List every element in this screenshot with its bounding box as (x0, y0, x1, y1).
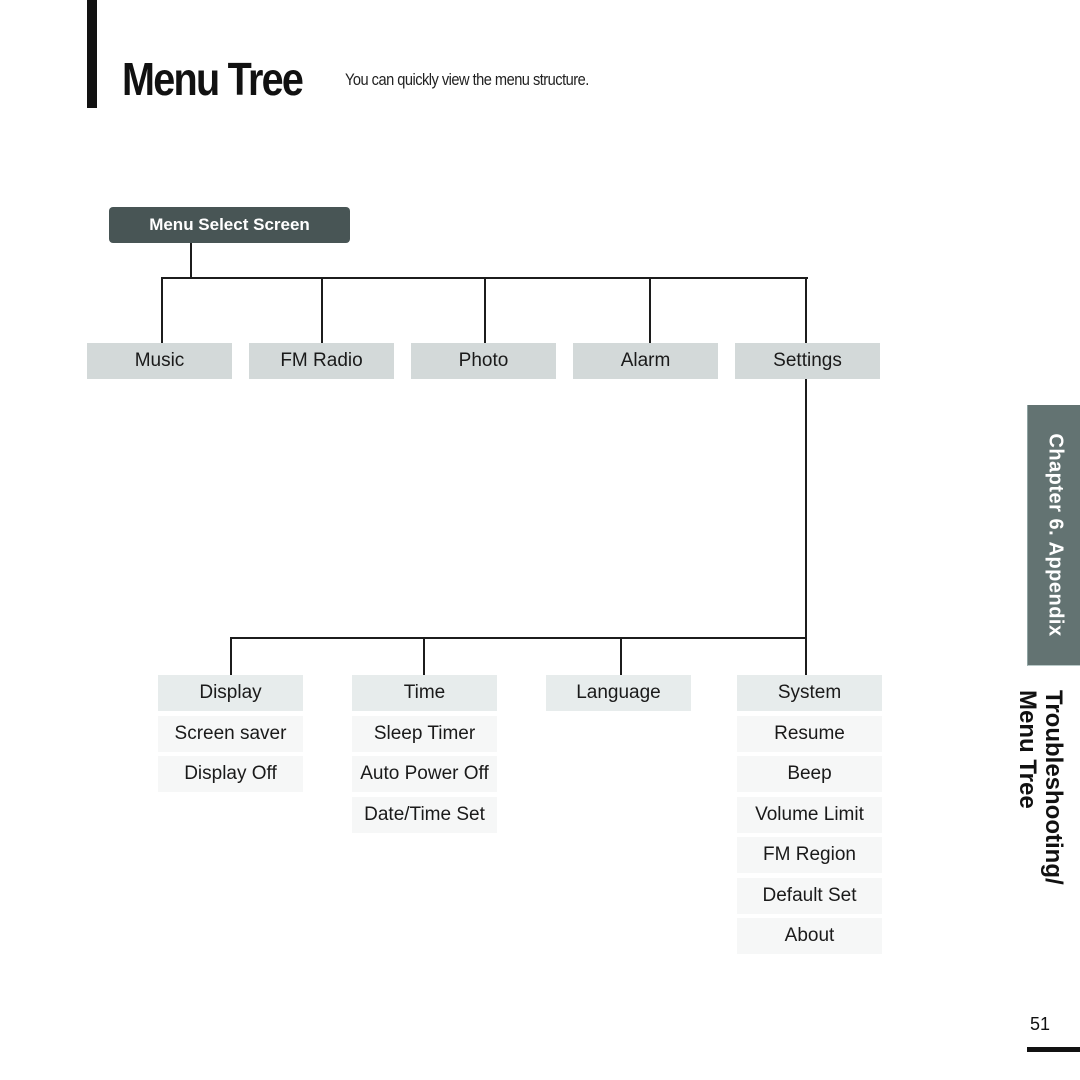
tree-node-fm-region: FM Region (737, 837, 882, 873)
connector-root-down (190, 243, 192, 278)
tree-node-sleep-timer: Sleep Timer (352, 716, 497, 752)
connector-settings-down (805, 379, 807, 639)
tree-node-screen-saver: Screen saver (158, 716, 303, 752)
tree-node-settings: Settings (735, 343, 880, 379)
tree-node-alarm: Alarm (573, 343, 718, 379)
connector-display (230, 637, 232, 675)
tree-node-volume-limit: Volume Limit (737, 797, 882, 833)
connector-level2-horizontal (230, 637, 807, 639)
tree-node-about: About (737, 918, 882, 954)
page-number: 51 (1030, 1014, 1051, 1034)
page-title: Menu Tree (122, 53, 304, 105)
chapter-tab[interactable]: Chapter 6. Appendix (1027, 405, 1080, 666)
tree-node-photo: Photo (411, 343, 556, 379)
section-title-line1: Troubleshooting/ (1040, 690, 1067, 885)
tree-node-default-set: Default Set (737, 878, 882, 914)
connector-fm-radio (321, 277, 323, 343)
section-title: Troubleshooting/ Menu Tree (1000, 690, 1080, 885)
tree-node-date-time-set: Date/Time Set (352, 797, 497, 833)
tree-node-time: Time (352, 675, 497, 711)
tree-node-display: Display (158, 675, 303, 711)
tree-node-display-off: Display Off (158, 756, 303, 792)
tree-node-system: System (737, 675, 882, 711)
connector-time (423, 637, 425, 675)
connector-alarm (649, 277, 651, 343)
tree-node-resume: Resume (737, 716, 882, 752)
page-number-rule (1027, 1047, 1080, 1052)
page-subtitle: You can quickly view the menu structure. (345, 70, 589, 89)
tree-node-language: Language (546, 675, 691, 711)
connector-music (161, 277, 163, 343)
tree-node-beep: Beep (737, 756, 882, 792)
tree-node-fm-radio: FM Radio (249, 343, 394, 379)
section-title-line2: Menu Tree (1014, 690, 1041, 809)
connector-language (620, 637, 622, 675)
header-accent-bar (87, 0, 97, 108)
tree-node-auto-power-off: Auto Power Off (352, 756, 497, 792)
connector-settings (805, 277, 807, 343)
connector-photo (484, 277, 486, 343)
tree-root-menu-select-screen: Menu Select Screen (109, 207, 350, 243)
chapter-tab-label: Chapter 6. Appendix (1044, 433, 1066, 637)
connector-system (805, 637, 807, 675)
tree-node-music: Music (87, 343, 232, 379)
